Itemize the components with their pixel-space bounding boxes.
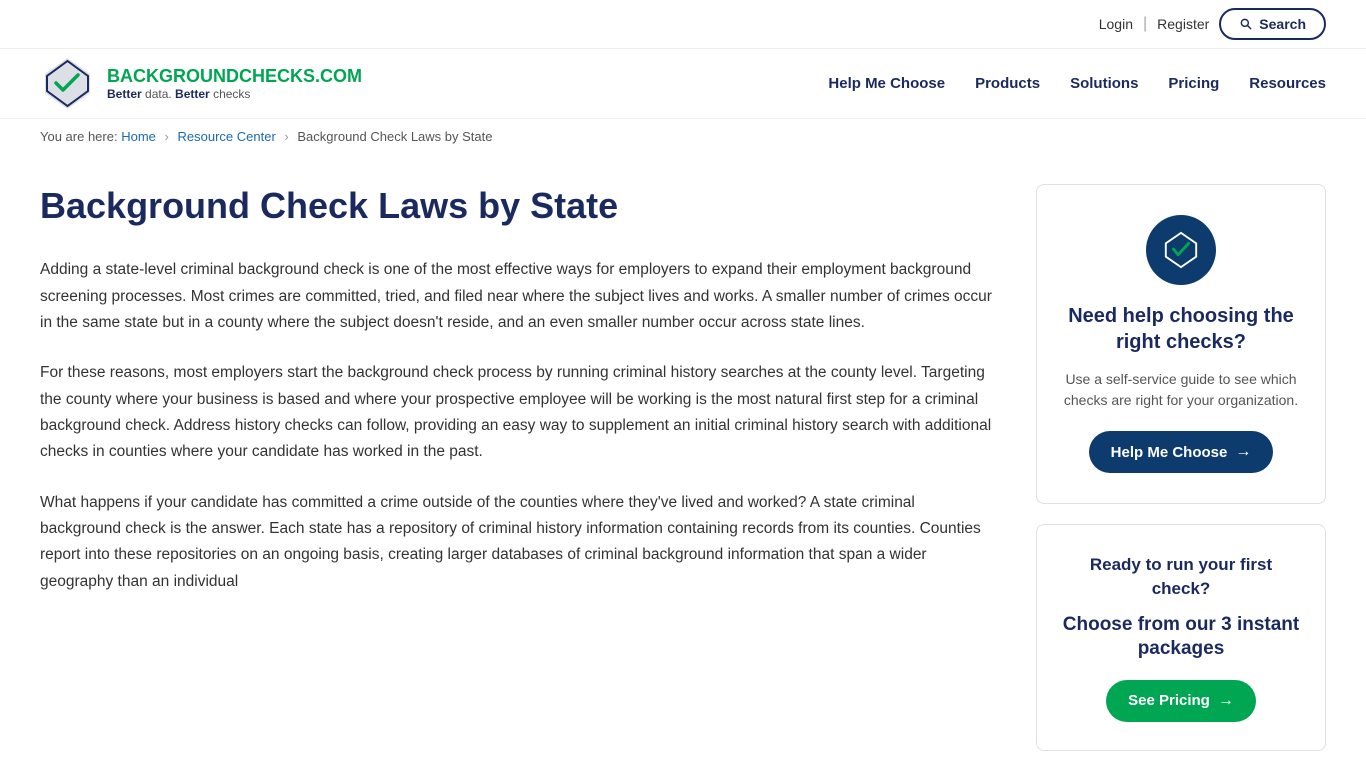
breadcrumb-resource-center[interactable]: Resource Center: [178, 129, 276, 144]
divider: |: [1143, 15, 1147, 33]
logo-text: BACKGROUNDCHECKS.COM Better data. Better…: [107, 66, 362, 102]
pricing-card-title: Ready to run your first check?: [1061, 553, 1301, 601]
nav-help-me-choose[interactable]: Help Me Choose: [828, 75, 945, 92]
main-nav: BACKGROUNDCHECKS.COM Better data. Better…: [0, 49, 1366, 119]
nav-products[interactable]: Products: [975, 75, 1040, 92]
card-help-desc: Use a self-service guide to see which ch…: [1061, 369, 1301, 411]
help-me-choose-button[interactable]: Help Me Choose →: [1089, 431, 1274, 473]
breadcrumb-prefix: You are here:: [40, 129, 118, 144]
login-link[interactable]: Login: [1099, 16, 1133, 32]
sidebar: Need help choosing the right checks? Use…: [1036, 184, 1326, 751]
breadcrumb: You are here: Home › Resource Center › B…: [0, 119, 1366, 154]
search-icon: [1239, 17, 1253, 31]
paragraph-1: Adding a state-level criminal background…: [40, 257, 996, 336]
paragraph-2: For these reasons, most employers start …: [40, 360, 996, 465]
page-title: Background Check Laws by State: [40, 184, 996, 227]
nav-pricing[interactable]: Pricing: [1168, 75, 1219, 92]
sidebar-card-pricing: Ready to run your first check? Choose fr…: [1036, 524, 1326, 751]
search-label: Search: [1259, 16, 1306, 32]
card-icon-help: [1146, 215, 1216, 285]
sidebar-card-help: Need help choosing the right checks? Use…: [1036, 184, 1326, 504]
tagline: Better data. Better checks: [107, 87, 362, 101]
see-pricing-label: See Pricing: [1128, 692, 1210, 709]
arrow-right-icon: →: [1235, 443, 1251, 461]
help-me-choose-label: Help Me Choose: [1111, 444, 1228, 461]
brand-part2: CHECKS.COM: [239, 66, 362, 86]
breadcrumb-arrow2: ›: [284, 129, 288, 144]
paragraph-3: What happens if your candidate has commi…: [40, 490, 996, 595]
nav-links: Help Me Choose Products Solutions Pricin…: [828, 75, 1326, 92]
breadcrumb-arrow1: ›: [165, 129, 169, 144]
brand-part1: BACKGROUND: [107, 66, 239, 86]
see-pricing-button[interactable]: See Pricing →: [1106, 680, 1256, 722]
logo[interactable]: BACKGROUNDCHECKS.COM Better data. Better…: [40, 56, 362, 111]
breadcrumb-home[interactable]: Home: [121, 129, 156, 144]
tagline-better2: Better: [175, 87, 210, 101]
pricing-card-subtitle: Choose from our 3 instant packages: [1061, 613, 1301, 662]
register-link[interactable]: Register: [1157, 16, 1209, 32]
card-help-title: Need help choosing the right checks?: [1061, 303, 1301, 355]
search-button[interactable]: Search: [1219, 8, 1326, 40]
breadcrumb-current: Background Check Laws by State: [297, 129, 492, 144]
tagline-better1: Better: [107, 87, 142, 101]
nav-resources[interactable]: Resources: [1249, 75, 1326, 92]
nav-solutions[interactable]: Solutions: [1070, 75, 1138, 92]
help-brand-icon: [1162, 231, 1200, 269]
logo-icon: [40, 56, 95, 111]
main-content: Background Check Laws by State Adding a …: [40, 184, 996, 751]
pricing-arrow-icon: →: [1218, 692, 1234, 710]
top-bar: Login | Register Search: [0, 0, 1366, 49]
content-wrapper: Background Check Laws by State Adding a …: [0, 154, 1366, 781]
